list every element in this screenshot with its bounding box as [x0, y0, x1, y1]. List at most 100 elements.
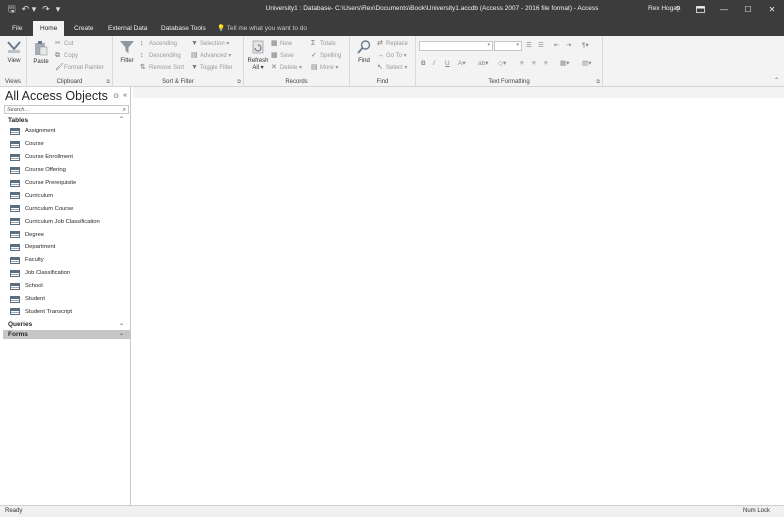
table-icon	[10, 269, 20, 277]
nav-table-item[interactable]: Student Transcript	[2, 305, 130, 318]
nav-table-item[interactable]: Degree	[2, 228, 130, 241]
collapse-ribbon-icon[interactable]: ⌃	[774, 77, 779, 84]
format-painter-button[interactable]: 🖌Format Painter	[55, 63, 104, 73]
shutter-bar-close-icon[interactable]: «	[123, 92, 127, 100]
new-record-button[interactable]: ▦ New	[271, 39, 292, 49]
underline-button[interactable]: U	[445, 59, 450, 69]
goto-button[interactable]: → Go To ▾	[377, 51, 407, 61]
nav-table-item[interactable]: Assignment	[2, 125, 130, 138]
chevron-up-icon: ⌃	[118, 117, 124, 123]
document-area	[133, 87, 784, 505]
arrow-right-icon: →	[377, 52, 384, 59]
nav-table-item[interactable]: Curriculum	[2, 189, 130, 202]
filter-button[interactable]: Filter	[116, 39, 138, 64]
minimize-button[interactable]: —	[712, 0, 736, 19]
nav-table-item[interactable]: Curriculum Job Classification	[2, 215, 130, 228]
nav-table-item[interactable]: Curriculum Course	[2, 202, 130, 215]
align-center-icon[interactable]: ≡	[532, 59, 536, 69]
clipboard-launcher-icon[interactable]: ⧉	[106, 79, 110, 85]
gridlines-icon[interactable]: ▦▾	[560, 59, 569, 69]
nav-table-item[interactable]: Department	[2, 241, 130, 254]
document-tab-strip	[133, 87, 784, 98]
nav-table-label: Curriculum	[25, 192, 54, 199]
bullets-icon[interactable]: ☰	[526, 41, 532, 51]
nav-search-input[interactable]: Search... ⌕	[4, 105, 129, 114]
paste-icon	[35, 41, 48, 56]
nav-table-label: Course	[25, 141, 44, 148]
delete-record-button[interactable]: ✕ Delete ▾	[271, 63, 302, 73]
remove-sort-button[interactable]: ⇅ Remove Sort	[140, 63, 184, 73]
nav-table-item[interactable]: Course	[2, 138, 130, 151]
nav-section-forms[interactable]: Forms ⌄	[3, 330, 130, 339]
nav-table-item[interactable]: School	[2, 280, 130, 293]
tell-me-box[interactable]: 💡 Tell me what you want to do	[217, 21, 307, 36]
nav-table-item[interactable]: Course Enrollment	[2, 151, 130, 164]
save-record-button[interactable]: ▦ Save	[271, 51, 294, 61]
nav-table-item[interactable]: Faculty	[2, 254, 130, 267]
ribbon-display-icon	[695, 6, 705, 13]
increase-indent-icon[interactable]: ⇥	[566, 41, 571, 51]
advanced-filter-icon: ▤	[191, 52, 198, 59]
sort-filter-launcher-icon[interactable]: ⧉	[237, 79, 241, 85]
align-right-icon[interactable]: ≡	[544, 59, 548, 69]
help-button[interactable]: ?	[668, 0, 688, 19]
nav-table-label: Department	[25, 244, 56, 251]
nav-table-label: Course Enrollment	[25, 154, 74, 161]
tab-database-tools[interactable]: Database Tools	[154, 21, 213, 36]
nav-table-label: Assignment	[25, 128, 56, 135]
nav-section-queries[interactable]: Queries ⌄	[3, 320, 130, 329]
toggle-filter-button[interactable]: ▼ Toggle Filter	[191, 63, 233, 73]
tab-create[interactable]: Create	[67, 21, 101, 36]
advanced-button[interactable]: ▤ Advanced ▾	[191, 51, 231, 61]
alternate-row-color-icon[interactable]: ▤▾	[582, 59, 591, 69]
select-button[interactable]: ↖ Select ▾	[377, 63, 407, 73]
find-button[interactable]: Find	[353, 39, 375, 64]
view-button[interactable]: View	[3, 39, 25, 64]
more-button[interactable]: ▤ More ▾	[311, 63, 338, 73]
refresh-all-button[interactable]: Refresh All ▾	[246, 39, 270, 71]
text-formatting-launcher-icon[interactable]: ⧉	[596, 79, 600, 85]
sort-filter-group: Filter ↕ Ascending ↕ Descending ⇅ Remove So…	[113, 36, 244, 87]
sort-filter-group-label: Sort & Filter	[162, 79, 194, 85]
nav-table-item[interactable]: Job Classification	[2, 267, 130, 280]
numbering-icon[interactable]: ☰	[538, 41, 544, 51]
cut-button[interactable]: ✂ Cut	[55, 39, 73, 49]
nav-section-tables[interactable]: Tables ⌃	[3, 116, 130, 125]
spelling-icon: ✓	[311, 52, 317, 59]
nav-table-item[interactable]: Course Offering	[2, 164, 130, 177]
ribbon: View Views Paste ✂ Cut ⧉ Copy 🖌Format Pain…	[0, 36, 784, 87]
bold-button[interactable]: B	[421, 59, 426, 69]
maximize-button[interactable]: ☐	[736, 0, 760, 19]
align-left-icon[interactable]: ≡	[520, 59, 524, 69]
highlight-icon[interactable]: ab▾	[478, 59, 489, 69]
italic-button[interactable]: I	[433, 59, 435, 69]
ribbon-display-options-button[interactable]	[688, 0, 712, 19]
font-size-dropdown[interactable]: ▾	[494, 41, 522, 51]
nav-menu-chevron-icon[interactable]: ⊙	[113, 92, 119, 100]
descending-button[interactable]: ↕ Descending	[140, 51, 181, 61]
nav-table-label: Course Offering	[25, 167, 66, 174]
paste-button[interactable]: Paste	[30, 40, 52, 65]
refresh-icon	[252, 40, 264, 54]
copy-button[interactable]: ⧉ Copy	[55, 51, 78, 61]
decrease-indent-icon[interactable]: ⇤	[554, 41, 559, 51]
tab-external-data[interactable]: External Data	[101, 21, 154, 36]
fill-color-icon[interactable]: ◇▾	[498, 59, 506, 69]
table-icon	[10, 127, 20, 135]
nav-table-item[interactable]: Student	[2, 293, 130, 306]
totals-button[interactable]: Σ Totals	[311, 39, 336, 49]
selection-button[interactable]: ▼ Selection ▾	[191, 39, 229, 49]
nav-pane-title[interactable]: All Access Objects	[5, 89, 108, 103]
table-icon	[10, 166, 20, 174]
records-group-label: Records	[285, 79, 308, 85]
paragraph-direction-icon[interactable]: ¶▾	[582, 41, 589, 51]
tab-file[interactable]: File	[5, 21, 29, 36]
ascending-button[interactable]: ↕ Ascending	[140, 39, 177, 49]
close-button[interactable]: ✕	[760, 0, 784, 19]
font-color-icon[interactable]: A▾	[458, 59, 466, 69]
font-name-dropdown[interactable]: ▾	[419, 41, 493, 51]
tab-home[interactable]: Home	[33, 21, 65, 36]
spelling-button[interactable]: ✓ Spelling	[311, 51, 341, 61]
nav-table-item[interactable]: Course Prerequisite	[2, 177, 130, 190]
replace-button[interactable]: ⇄ Replace	[377, 39, 408, 49]
